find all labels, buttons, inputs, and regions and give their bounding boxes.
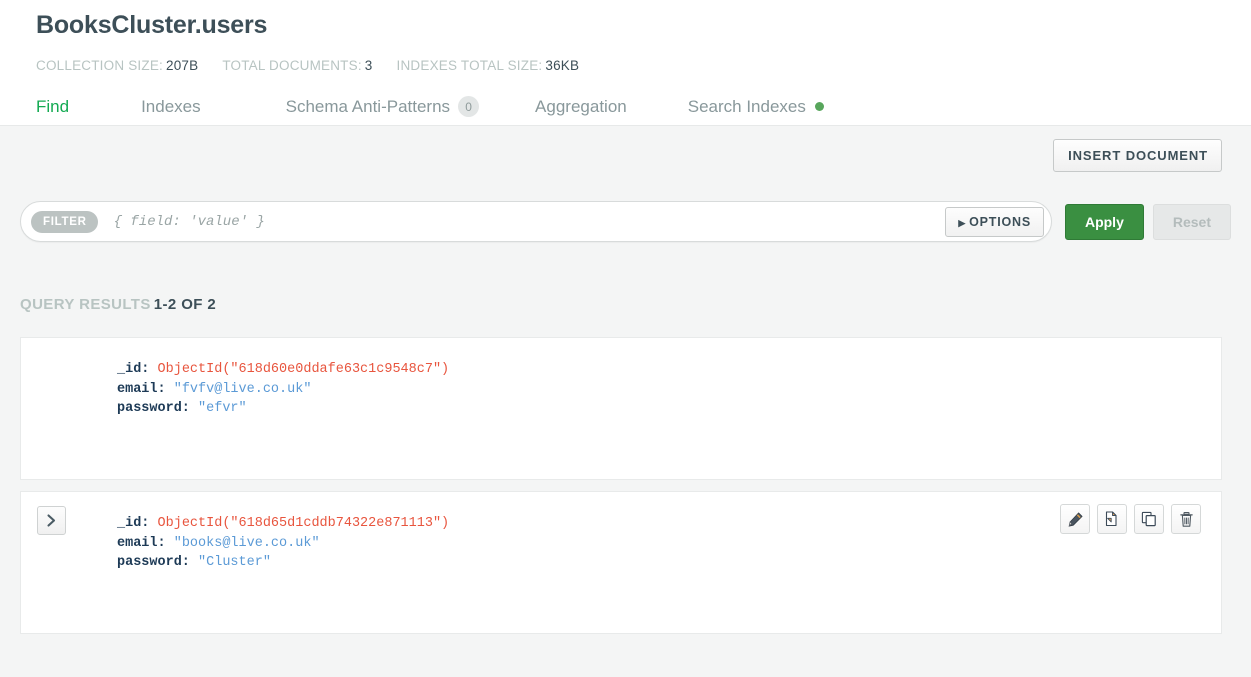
- field-key: email:: [117, 381, 166, 397]
- stat-total-documents-value: 3: [364, 58, 373, 73]
- apply-button[interactable]: Apply: [1064, 203, 1144, 240]
- copy-icon: [1141, 511, 1156, 527]
- query-results-header: QUERY RESULTS 1-2 OF 2: [20, 296, 216, 313]
- document-field: email: "books@live.co.uk": [117, 534, 1201, 554]
- status-dot-icon: [814, 102, 824, 111]
- tab-search-indexes[interactable]: Search Indexes: [688, 97, 824, 117]
- query-results-count: 1-2 OF 2: [153, 296, 217, 313]
- document-list: _id: ObjectId("618d60e0ddafe63c1c9548c7"…: [20, 337, 1222, 634]
- tab-indexes-label: Indexes: [141, 96, 201, 116]
- query-bar: FILTER ▶OPTIONS Apply Reset: [20, 201, 1231, 242]
- document-fields: _id: ObjectId("618d65d1cddb74322e871113"…: [117, 514, 1201, 573]
- filter-box[interactable]: FILTER ▶OPTIONS: [20, 201, 1052, 242]
- field-value: "fvfv@live.co.uk": [173, 381, 312, 397]
- pencil-icon: [1068, 512, 1082, 527]
- stat-collection-size: COLLECTION SIZE: 207B: [36, 58, 198, 73]
- document-fields: _id: ObjectId("618d60e0ddafe63c1c9548c7"…: [117, 360, 1201, 419]
- tab-find[interactable]: Find: [36, 97, 69, 117]
- filter-pill-label[interactable]: FILTER: [31, 210, 98, 233]
- chevron-right-icon: [47, 514, 56, 527]
- stat-collection-size-value: 207B: [165, 58, 199, 73]
- stat-indexes-total-size-value: 36KB: [545, 58, 580, 73]
- document-card: _id: ObjectId("618d65d1cddb74322e871113"…: [20, 491, 1222, 634]
- page-title: BooksCluster.users: [36, 11, 268, 39]
- expand-document-button[interactable]: [37, 506, 66, 535]
- stat-total-documents: TOTAL DOCUMENTS: 3: [222, 58, 372, 73]
- document-field: email: "fvfv@live.co.uk": [117, 380, 1201, 400]
- stat-indexes-total-size-label: INDEXES TOTAL SIZE:: [396, 58, 543, 73]
- document-field: password: "Cluster": [117, 553, 1201, 573]
- collection-header: BooksCluster.users COLLECTION SIZE: 207B …: [0, 0, 1251, 126]
- stat-collection-size-label: COLLECTION SIZE:: [36, 58, 163, 73]
- tab-schema-anti-patterns-label: Schema Anti-Patterns: [285, 96, 451, 116]
- document-field: _id: ObjectId("618d65d1cddb74322e871113"…: [117, 514, 1201, 534]
- field-key: password:: [117, 401, 190, 417]
- delete-document-button[interactable]: [1171, 504, 1201, 534]
- field-value: "books@live.co.uk": [173, 535, 320, 551]
- insert-document-button[interactable]: INSERT DOCUMENT: [1053, 139, 1222, 172]
- field-value: ObjectId("618d60e0ddafe63c1c9548c7"): [157, 362, 450, 377]
- filter-input[interactable]: [97, 212, 946, 231]
- tab-aggregation-label: Aggregation: [535, 96, 627, 116]
- field-key: _id:: [117, 516, 150, 531]
- trash-icon: [1179, 511, 1193, 527]
- field-key: password:: [117, 555, 190, 571]
- collection-tabs: Find Indexes Schema Anti-Patterns 0 Aggr…: [36, 96, 824, 117]
- document-field: password: "efvr": [117, 399, 1201, 419]
- stat-indexes-total-size: INDEXES TOTAL SIZE: 36KB: [397, 58, 580, 73]
- caret-right-icon: ▶: [958, 217, 967, 228]
- collection-stats: COLLECTION SIZE: 207B TOTAL DOCUMENTS: 3 I…: [36, 58, 579, 73]
- field-key: email:: [117, 535, 166, 551]
- tab-indexes[interactable]: Indexes: [141, 97, 201, 117]
- stat-total-documents-label: TOTAL DOCUMENTS:: [222, 58, 362, 73]
- tab-find-label: Find: [36, 96, 70, 116]
- edit-document-button[interactable]: [1060, 504, 1090, 534]
- tab-aggregation[interactable]: Aggregation: [535, 97, 627, 117]
- options-button-label: OPTIONS: [969, 214, 1031, 229]
- field-value: "efvr": [198, 401, 247, 417]
- reset-button[interactable]: Reset: [1152, 203, 1231, 240]
- document-actions: [1060, 504, 1201, 534]
- tab-schema-anti-patterns[interactable]: Schema Anti-Patterns 0: [285, 96, 480, 117]
- clone-document-icon: [1105, 511, 1117, 527]
- copy-document-button[interactable]: [1134, 504, 1164, 534]
- insert-document-row: INSERT DOCUMENT: [1053, 139, 1222, 172]
- schema-anti-patterns-count-badge: 0: [458, 96, 480, 117]
- document-card: _id: ObjectId("618d60e0ddafe63c1c9548c7"…: [20, 337, 1222, 480]
- tab-search-indexes-label: Search Indexes: [687, 96, 806, 116]
- clone-document-button[interactable]: [1097, 504, 1127, 534]
- field-key: _id:: [117, 362, 150, 377]
- options-button[interactable]: ▶ OPTIONS: [945, 206, 1044, 237]
- field-value: ObjectId("618d65d1cddb74322e871113"): [157, 516, 450, 531]
- document-field: _id: ObjectId("618d60e0ddafe63c1c9548c7"…: [117, 360, 1201, 380]
- field-value: "Cluster": [198, 555, 271, 571]
- query-results-label: QUERY RESULTS: [20, 296, 151, 313]
